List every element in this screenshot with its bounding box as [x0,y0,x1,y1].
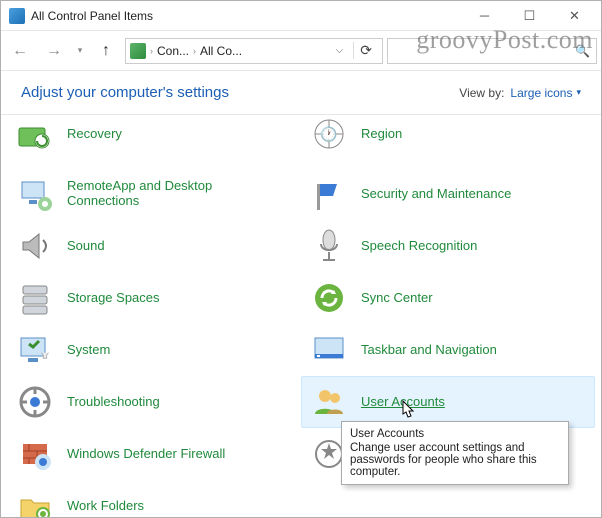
viewby-label: View by: [459,86,504,100]
refresh-button[interactable]: ⟳ [353,42,378,59]
cp-item-sync[interactable]: Sync Center [301,272,595,324]
security-icon [309,174,349,214]
tooltip-body: Change user account settings and passwor… [350,442,537,478]
cp-label: Taskbar and Navigation [361,343,497,358]
cp-item-remoteapp[interactable]: RemoteApp and Desktop Connections [7,168,301,220]
page-heading: Adjust your computer's settings [21,84,229,101]
control-panel-icon [9,8,25,24]
system-icon [15,330,55,370]
maximize-button[interactable]: ☐ [507,2,552,30]
address-bar[interactable]: ›Con... ›All Co... ⌵ ⟳ [125,38,383,64]
breadcrumb-seg-1[interactable]: ›Con... [150,44,189,58]
workfolders-icon [15,486,55,517]
cp-label: User Accounts [361,395,445,410]
nav-bar: ← → ▾ ↑ ›Con... ›All Co... ⌵ ⟳ 🔍 [1,31,601,71]
cp-item-troubleshoot[interactable]: Troubleshooting [7,376,301,428]
cp-label: System [67,343,110,358]
firewall-icon [15,434,55,474]
close-button[interactable]: ✕ [552,2,597,30]
back-button[interactable]: ← [5,36,35,66]
cp-item-recovery[interactable]: Recovery [7,116,301,168]
cp-label: Sound [67,239,105,254]
cp-item-firewall[interactable]: Windows Defender Firewall [7,428,301,480]
tooltip-title: User Accounts [350,428,560,440]
up-button[interactable]: ↑ [91,36,121,66]
cp-item-workfolders[interactable]: Work Folders [7,480,301,517]
search-icon: 🔍 [575,44,590,58]
minimize-button[interactable]: ─ [462,2,507,30]
titlebar: All Control Panel Items ─ ☐ ✕ [1,1,601,31]
cp-label: Storage Spaces [67,291,160,306]
cp-item-storage[interactable]: Storage Spaces [7,272,301,324]
breadcrumb-seg-2[interactable]: ›All Co... [193,44,242,58]
location-icon [130,43,146,59]
sync-icon [309,278,349,318]
cp-item-speech[interactable]: Speech Recognition [301,220,595,272]
cp-label: Recovery [67,127,122,142]
cp-item-security[interactable]: Security and Maintenance [301,168,595,220]
useraccounts-icon [309,382,349,422]
region-icon: 🕐 [309,116,349,154]
sound-icon [15,226,55,266]
cp-label: RemoteApp and Desktop Connections [67,179,247,209]
forward-button: → [39,36,69,66]
remoteapp-icon [15,174,55,214]
cp-label: Windows Defender Firewall [67,447,225,462]
cp-label: Speech Recognition [361,239,477,254]
window-title: All Control Panel Items [31,9,462,23]
speech-icon [309,226,349,266]
cp-item-taskbar[interactable]: Taskbar and Navigation [301,324,595,376]
cp-label: Region [361,127,402,142]
cp-label: Work Folders [67,499,144,514]
cp-label: Security and Maintenance [361,187,511,202]
chevron-down-icon: ▾ [576,87,581,98]
history-dropdown[interactable]: ▾ [73,45,87,56]
toolbar: Adjust your computer's settings View by:… [1,71,601,115]
taskbar-icon [309,330,349,370]
cp-item-system[interactable]: System [7,324,301,376]
svg-text:🕐: 🕐 [320,126,337,143]
cp-item-region[interactable]: 🕐 Region [301,116,595,168]
troubleshoot-icon [15,382,55,422]
tooltip: User Accounts Change user account settin… [341,421,569,485]
address-dropdown[interactable]: ⌵ [330,45,350,56]
viewby-selector[interactable]: Large icons▾ [510,86,581,100]
search-input[interactable]: 🔍 [387,38,597,64]
storage-icon [15,278,55,318]
cp-item-sound[interactable]: Sound [7,220,301,272]
cp-label: Troubleshooting [67,395,160,410]
cp-label: Sync Center [361,291,433,306]
recovery-icon [15,116,55,154]
